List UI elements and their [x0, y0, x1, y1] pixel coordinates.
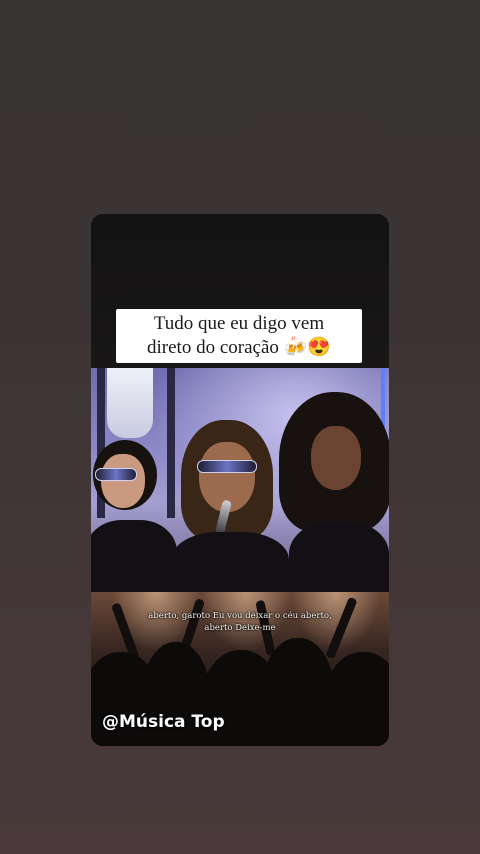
story-card[interactable]: Tudo que eu digo vem direto do coração 🍻…	[91, 214, 389, 746]
watermark-handle: @Música Top	[102, 712, 225, 732]
concert-crowd-image: aberto, garoto Eu vou deixar o céu abert…	[91, 592, 389, 746]
caption-sticker[interactable]: Tudo que eu digo vem direto do coração 🍻…	[116, 309, 362, 363]
lyrics-subtitle-line-2: aberto Deixe-me	[204, 623, 276, 633]
caption-line-1: Tudo que eu digo vem	[153, 313, 325, 334]
lyrics-subtitle-line-1: aberto, garoto Eu vou deixar o céu abert…	[148, 611, 332, 621]
caption-line-2: direto do coração 🍻😍	[147, 337, 331, 358]
video-frame[interactable]	[91, 368, 389, 592]
person-right	[269, 392, 389, 592]
hanging-jacket	[107, 368, 153, 438]
